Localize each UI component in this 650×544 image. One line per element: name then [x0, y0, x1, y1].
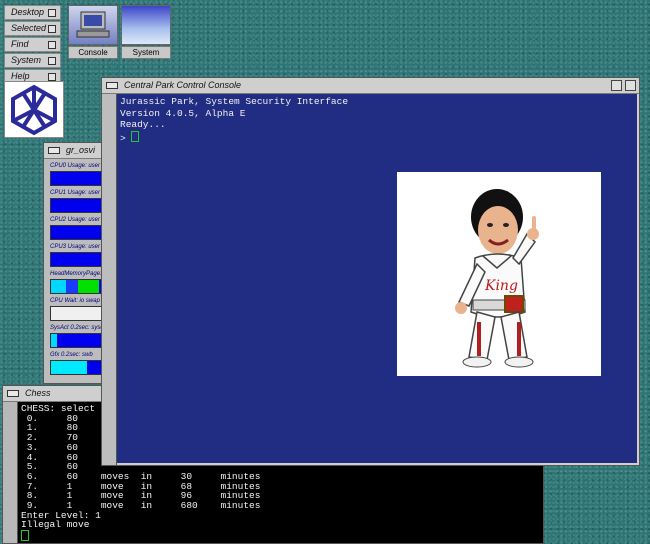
meter-label: CPU Wait: io swap [50, 298, 100, 304]
maximize-icon[interactable] [625, 80, 636, 91]
system-desktop-icon[interactable]: System [121, 5, 171, 59]
console-icon-label: Console [68, 46, 118, 59]
window-title: Chess [25, 388, 51, 398]
scrollbar[interactable] [102, 94, 117, 465]
sgi-logo-icon[interactable] [4, 81, 64, 138]
menu-box-icon [48, 41, 56, 49]
meter-label: HeadMemoryPage: i [50, 271, 105, 277]
console-window: Central Park Control Console Jurassic Pa… [101, 77, 640, 466]
console-desktop-icon[interactable]: Console [68, 5, 118, 59]
text-cursor [131, 130, 140, 142]
text-cursor [21, 530, 29, 542]
image-caption: King [484, 278, 518, 294]
window-title: Central Park Control Console [124, 80, 242, 90]
menu-box-icon [48, 73, 56, 81]
meter-label: CPU3 Usage: user [50, 244, 101, 250]
terminal-line: Version 4.0.5, Alpha E [120, 107, 246, 119]
memory-meter: HeadMemoryPage: i [50, 270, 108, 294]
terminal-line: Jurassic Park, System Security Interface [120, 96, 349, 107]
menu-box-icon [48, 9, 56, 17]
cartoon-character-icon: King [455, 189, 539, 368]
window-menu-icon[interactable] [106, 82, 118, 89]
cpu2-meter: CPU2 Usage: user [50, 216, 108, 240]
gfx-meter: Gfx 0.2sec: swb [50, 351, 108, 375]
toolchest-label: System [11, 55, 42, 65]
meter-label: Gfx 0.2sec: swb [50, 352, 93, 358]
meter-label: SysAct 0.2sec: syscall [50, 325, 109, 331]
window-menu-icon[interactable] [7, 390, 19, 397]
menu-box-icon [48, 25, 56, 33]
toolchest-menu: Desktop Selected Find System Help [4, 5, 61, 85]
toolchest-item-selected[interactable]: Selected [4, 21, 61, 36]
sysact-meter: SysAct 0.2sec: syscall [50, 324, 108, 348]
toolchest-item-find[interactable]: Find [4, 37, 61, 52]
osview-window: gr_osvi CPU0 Usage: user CPU1 Usage: use… [43, 142, 109, 384]
toolchest-label: Help [11, 71, 30, 81]
console-terminal[interactable]: Jurassic Park, System Security Interface… [102, 94, 639, 465]
toolchest-label: Find [11, 39, 29, 49]
console-screen[interactable]: Jurassic Park, System Security Interface… [117, 94, 637, 463]
minimize-icon[interactable] [611, 80, 622, 91]
window-title: gr_osvi [66, 145, 96, 155]
cpu1-meter: CPU1 Usage: user [50, 189, 108, 213]
cpu0-meter: CPU0 Usage: user [50, 162, 108, 186]
cpu3-meter: CPU3 Usage: user [50, 243, 108, 267]
toolchest-item-system[interactable]: System [4, 53, 61, 68]
window-menu-icon[interactable] [48, 147, 60, 154]
sgi-cube-icon [11, 84, 57, 136]
terminal-line: Ready... [120, 119, 166, 130]
system-icon-label: System [121, 46, 171, 59]
cartoon-image: King [397, 172, 601, 376]
meter-label: CPU1 Usage: user [50, 190, 101, 196]
menu-box-icon [48, 57, 56, 65]
meter-label: CPU0 Usage: user [50, 163, 101, 169]
console-output: Jurassic Park, System Security Interface… [120, 96, 348, 144]
monitor-icon [68, 5, 118, 45]
toolchest-label: Selected [11, 23, 47, 33]
scrollbar[interactable] [3, 402, 18, 543]
osview-titlebar[interactable]: gr_osvi [44, 143, 108, 159]
toolchest-label: Desktop [11, 7, 45, 17]
terminal-line: Illegal move [21, 519, 90, 531]
system-icon [121, 5, 171, 45]
console-titlebar[interactable]: Central Park Control Console [102, 78, 639, 94]
prompt: > [120, 132, 132, 144]
toolchest-item-desktop[interactable]: Desktop [4, 5, 61, 20]
meter-label: CPU2 Usage: user [50, 217, 101, 223]
cpu-wait-meter: CPU Wait: io swap [50, 297, 108, 321]
